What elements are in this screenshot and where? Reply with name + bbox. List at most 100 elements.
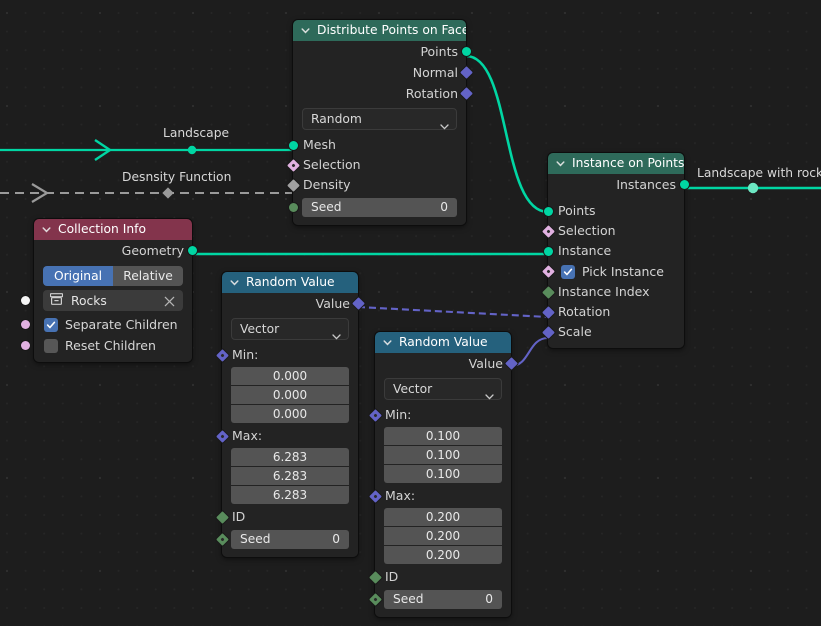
x-icon[interactable] <box>164 296 175 310</box>
node-random-value-1[interactable]: Random Value Value Vector Min: 0.000 0.0… <box>215 272 365 557</box>
socket-output-rotation[interactable] <box>459 87 473 100</box>
max-2-vector-fields[interactable]: 0.200 0.200 0.200 <box>375 508 511 564</box>
socket-input-id-2[interactable] <box>368 570 382 584</box>
input-instance[interactable]: Instance <box>543 241 684 261</box>
input-id-2[interactable]: ID <box>368 567 511 587</box>
max-1-vector-fields[interactable]: 6.283 6.283 6.283 <box>222 448 358 504</box>
input-density[interactable]: Density <box>286 175 466 195</box>
socket-input-min-2[interactable] <box>368 408 382 422</box>
socket-input-seed[interactable] <box>288 203 298 212</box>
min-2-y[interactable]: 0.100 <box>384 446 502 464</box>
input-scale-iop[interactable]: Scale <box>541 322 684 342</box>
chevron-down-icon[interactable] <box>555 158 566 169</box>
input-points[interactable]: Points <box>543 201 684 221</box>
input-max-2[interactable]: Max: <box>368 486 511 506</box>
min-2-vector-fields[interactable]: 0.100 0.100 0.100 <box>375 427 511 483</box>
chevron-down-icon[interactable] <box>300 25 311 36</box>
node-header-instance-on-points[interactable]: Instance on Points <box>548 153 684 174</box>
seed-field[interactable]: Seed 0 <box>302 198 457 217</box>
input-mesh[interactable]: Mesh <box>288 135 466 155</box>
socket-input-pick-instance[interactable] <box>541 265 555 278</box>
socket-input-min-1[interactable] <box>215 348 229 362</box>
seed-field-1[interactable]: Seed 0 <box>231 530 349 549</box>
socket-input-instance[interactable] <box>543 246 553 256</box>
node-header-collection-info[interactable]: Collection Info <box>34 219 192 240</box>
max-1-y[interactable]: 6.283 <box>231 467 349 485</box>
socket-output-geometry[interactable] <box>187 246 197 255</box>
min-1-y[interactable]: 0.000 <box>231 386 349 404</box>
pick-instance-checkbox[interactable] <box>561 264 575 279</box>
input-separate-children[interactable]: Separate Children <box>21 314 192 335</box>
output-value-2[interactable]: Value <box>375 353 518 374</box>
max-2-z[interactable]: 0.200 <box>384 546 502 564</box>
socket-input-mesh[interactable] <box>288 140 298 150</box>
min-1-vector-fields[interactable]: 0.000 0.000 0.000 <box>222 367 358 423</box>
node-header-distribute-points-on-faces[interactable]: Distribute Points on Faces <box>293 20 466 41</box>
max-1-z[interactable]: 6.283 <box>231 486 349 504</box>
socket-input-collection[interactable] <box>21 295 30 305</box>
socket-input-points[interactable] <box>543 206 553 216</box>
node-random-value-2[interactable]: Random Value Value Vector Min: 0.100 0.1… <box>368 332 518 617</box>
chevron-down-icon[interactable] <box>41 224 52 235</box>
socket-input-max-2[interactable] <box>368 489 382 503</box>
input-seed-2[interactable]: Seed 0 <box>368 590 502 609</box>
output-value-1[interactable]: Value <box>222 293 365 314</box>
random-value-2-datatype-dropdown[interactable]: Vector <box>384 378 502 400</box>
socket-output-normal[interactable] <box>459 66 473 79</box>
socket-input-selection-iop[interactable] <box>541 224 555 238</box>
input-seed-1[interactable]: Seed 0 <box>215 530 349 549</box>
collection-field[interactable]: Rocks <box>43 290 183 311</box>
max-2-y[interactable]: 0.200 <box>384 527 502 545</box>
random-value-1-datatype-dropdown[interactable]: Vector <box>231 318 349 340</box>
max-2-x[interactable]: 0.200 <box>384 508 502 526</box>
input-selection[interactable]: Selection <box>286 155 466 175</box>
output-instances[interactable]: Instances <box>548 174 689 195</box>
input-reset-children[interactable]: Reset Children <box>21 335 192 356</box>
reset-children-checkbox[interactable] <box>44 338 58 353</box>
socket-input-id-1[interactable] <box>215 510 229 524</box>
min-2-z[interactable]: 0.100 <box>384 465 502 483</box>
max-1-x[interactable]: 6.283 <box>231 448 349 466</box>
chevron-down-icon[interactable] <box>382 337 393 348</box>
socket-input-instance-index[interactable] <box>541 285 555 299</box>
output-rotation[interactable]: Rotation <box>293 83 473 104</box>
transform-space-toggle[interactable]: Original Relative <box>43 266 183 286</box>
input-pick-instance[interactable]: Pick Instance <box>541 261 684 282</box>
socket-output-instances[interactable] <box>679 180 689 189</box>
socket-input-seed-2[interactable] <box>368 593 382 606</box>
socket-input-selection[interactable] <box>286 158 300 172</box>
input-instance-index[interactable]: Instance Index <box>541 282 684 302</box>
output-geometry[interactable]: Geometry <box>34 240 197 261</box>
socket-input-rotation-iop[interactable] <box>541 305 555 319</box>
seed-field-2[interactable]: Seed 0 <box>384 590 502 609</box>
socket-output-points[interactable] <box>461 47 471 56</box>
socket-output-value-2[interactable] <box>504 357 518 370</box>
node-instance-on-points[interactable]: Instance on Points Instances Points Sele… <box>541 153 689 348</box>
output-normal[interactable]: Normal <box>293 62 473 83</box>
input-seed[interactable]: Seed 0 <box>288 198 457 217</box>
node-header-random-value-2[interactable]: Random Value <box>375 332 511 353</box>
socket-input-scale-iop[interactable] <box>541 325 555 339</box>
node-collection-info[interactable]: Collection Info Geometry Original Relati… <box>21 219 197 362</box>
socket-input-reset-children[interactable] <box>21 341 30 350</box>
transform-space-original[interactable]: Original <box>43 266 113 286</box>
input-min-2[interactable]: Min: <box>368 405 511 425</box>
node-header-random-value-1[interactable]: Random Value <box>222 272 358 293</box>
min-1-x[interactable]: 0.000 <box>231 367 349 385</box>
chevron-down-icon[interactable] <box>229 277 240 288</box>
distribute-method-dropdown[interactable]: Random <box>302 108 457 130</box>
node-distribute-points-on-faces[interactable]: Distribute Points on Faces Points Normal… <box>286 20 473 225</box>
socket-input-density[interactable] <box>286 178 300 192</box>
min-1-z[interactable]: 0.000 <box>231 405 349 423</box>
separate-children-checkbox[interactable] <box>44 317 58 332</box>
min-2-x[interactable]: 0.100 <box>384 427 502 445</box>
socket-input-max-1[interactable] <box>215 429 229 443</box>
input-selection-iop[interactable]: Selection <box>541 221 684 241</box>
output-points[interactable]: Points <box>293 41 471 62</box>
input-max-1[interactable]: Max: <box>215 426 358 446</box>
input-id-1[interactable]: ID <box>215 507 358 527</box>
input-rotation-iop[interactable]: Rotation <box>541 302 684 322</box>
socket-input-separate-children[interactable] <box>21 320 30 329</box>
geometry-node-editor[interactable]: Landscape Desnsity Function Landscape wi… <box>0 0 821 626</box>
socket-output-value-1[interactable] <box>351 297 365 310</box>
